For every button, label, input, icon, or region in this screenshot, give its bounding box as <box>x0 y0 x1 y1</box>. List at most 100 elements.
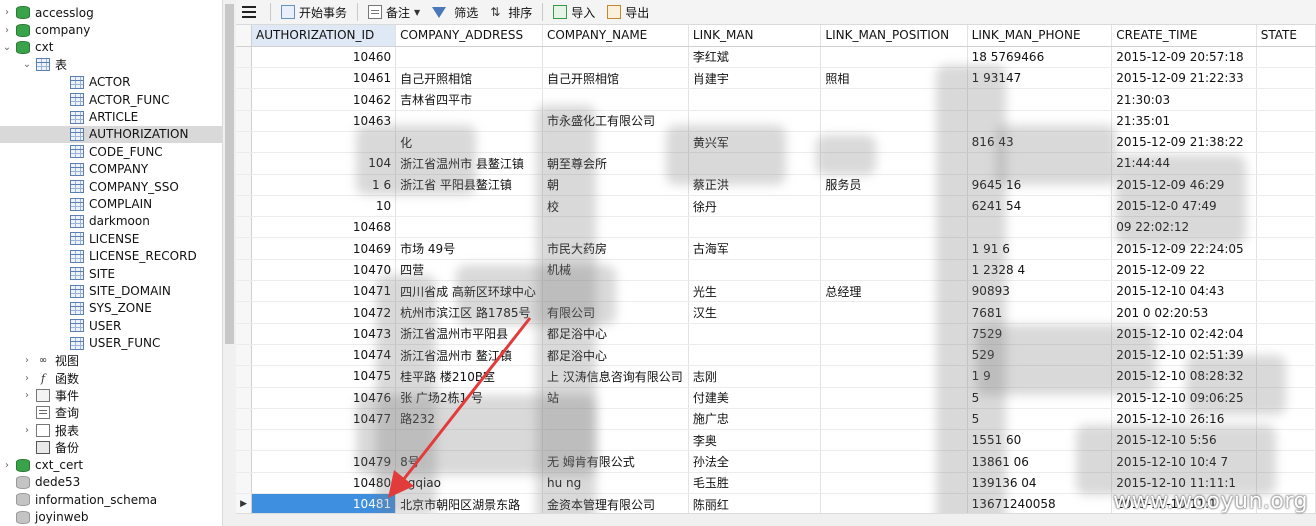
tree-item[interactable]: SYS_ZONE <box>0 300 222 317</box>
table-cell[interactable]: 10480 <box>251 472 397 495</box>
table-cell[interactable]: 201 0 02:20:53 <box>1111 301 1257 324</box>
tree-item[interactable]: ACTOR <box>0 74 222 91</box>
tree-item[interactable]: › ∞ 视图 <box>0 352 222 369</box>
tree-item[interactable]: joyinweb <box>0 509 222 526</box>
tree-item[interactable]: AUTHORIZATION <box>0 125 222 144</box>
column-header[interactable]: STATE <box>1256 25 1316 47</box>
table-cell[interactable]: 李红斌 <box>688 46 822 69</box>
tree-item[interactable]: CODE_FUNC <box>0 143 222 160</box>
table-cell[interactable]: 汉生 <box>688 301 822 324</box>
row-header[interactable] <box>236 174 253 196</box>
row-header[interactable] <box>236 216 253 239</box>
expand-toggle-icon[interactable]: ⌄ <box>22 59 32 70</box>
table-cell[interactable] <box>542 46 689 69</box>
table-cell[interactable] <box>1256 280 1316 303</box>
table-cell[interactable] <box>688 323 822 345</box>
table-cell[interactable] <box>1256 237 1316 260</box>
table-cell[interactable]: 10461 <box>251 67 397 90</box>
horizontal-scrollbar[interactable] <box>236 513 1316 526</box>
table-cell[interactable]: 吉林省四平市 <box>395 88 543 111</box>
row-header[interactable] <box>236 387 253 409</box>
table-cell[interactable]: 10475 <box>251 365 397 388</box>
table-cell[interactable]: 自己开照相馆 <box>542 67 689 90</box>
tree-item[interactable]: information_schema <box>0 491 222 508</box>
expand-toggle-icon[interactable]: › <box>2 7 12 18</box>
table-cell[interactable]: 10470 <box>251 259 397 282</box>
row-header[interactable] <box>236 131 253 154</box>
row-header[interactable] <box>236 88 253 111</box>
column-header[interactable]: CREATE_TIME <box>1111 25 1257 47</box>
table-cell[interactable]: 10471 <box>251 280 397 303</box>
column-header[interactable]: LINK_MAN_POSITION <box>820 25 968 47</box>
table-cell[interactable]: 10472 <box>251 301 397 324</box>
table-cell[interactable]: 21:35:01 <box>1111 110 1257 132</box>
table-cell[interactable] <box>1256 195 1316 218</box>
table-cell[interactable] <box>688 216 822 239</box>
table-row[interactable]: 10461 自己开照相馆 自己开照相馆 肖建宇 照相 1 93147 2015-12-09 … <box>236 67 1316 90</box>
expand-toggle-icon[interactable]: ⌄ <box>2 42 12 53</box>
tree-item[interactable]: › 报表 <box>0 422 222 439</box>
table-cell[interactable] <box>1256 67 1316 90</box>
column-header[interactable]: COMPANY_NAME <box>542 25 689 47</box>
table-cell[interactable]: 2015-12-09 21:38:22 <box>1111 131 1257 154</box>
tree-item[interactable]: USER <box>0 317 222 334</box>
table-cell[interactable] <box>1256 88 1316 111</box>
row-header[interactable] <box>236 67 253 90</box>
table-cell[interactable]: 陈丽红 <box>688 493 822 513</box>
row-header[interactable] <box>236 280 253 303</box>
tree-item[interactable]: ⌄ cxt <box>0 39 222 56</box>
tree-item[interactable]: COMPANY_SSO <box>0 178 222 195</box>
table-cell[interactable] <box>1256 323 1316 345</box>
table-cell[interactable]: 10469 <box>251 237 397 260</box>
tree-item[interactable]: 备份 <box>0 439 222 456</box>
table-row[interactable]: 10460 李红斌 18 5769466 2015-12-09 20:57:18 <box>236 46 1316 69</box>
table-cell[interactable]: 10462 <box>251 88 397 111</box>
row-header[interactable] <box>236 237 253 260</box>
table-cell[interactable]: 10474 <box>251 344 397 367</box>
tree-item[interactable]: › cxt_cert <box>0 456 222 473</box>
sort-button[interactable]: ⇅ 排序 <box>484 0 538 25</box>
table-cell[interactable] <box>1256 216 1316 239</box>
table-cell[interactable]: 自己开照相馆 <box>395 67 543 90</box>
table-cell[interactable]: 2015-12-10 04:43 <box>1111 280 1257 303</box>
tree-item[interactable]: USER_FUNC <box>0 335 222 352</box>
navigation-tree[interactable]: › accesslog › company ⌄ cxt ⌄ 表 ACTOR ACTOR_FUNC A… <box>0 0 222 526</box>
table-cell[interactable]: 10473 <box>251 323 397 345</box>
tree-item[interactable]: ARTICLE <box>0 108 222 125</box>
tree-item[interactable]: SITE_DOMAIN <box>0 282 222 299</box>
table-cell[interactable] <box>1256 46 1316 69</box>
table-cell[interactable]: 2015-12-09 20:57:18 <box>1111 46 1257 69</box>
filter-button[interactable]: 筛选 <box>426 0 484 25</box>
tree-item[interactable]: LICENSE <box>0 230 222 247</box>
table-cell[interactable]: 2015-12-09 21:22:33 <box>1111 67 1257 90</box>
row-header[interactable] <box>236 152 253 175</box>
row-header[interactable] <box>236 450 253 473</box>
tree-item[interactable]: SITE <box>0 265 222 282</box>
sidebar-scrollbar-thumb[interactable] <box>225 4 234 344</box>
note-button[interactable]: 备注 ▼ <box>362 0 426 25</box>
table-cell[interactable]: 徐丹 <box>688 195 822 218</box>
table-cell[interactable]: 市场 49号 <box>395 237 543 260</box>
expand-toggle-icon[interactable]: › <box>22 355 32 366</box>
row-header[interactable] <box>236 259 253 282</box>
table-cell[interactable]: 光生 <box>688 280 822 303</box>
row-header[interactable] <box>236 110 253 132</box>
tree-item[interactable]: ⌄ 表 <box>0 56 222 73</box>
row-header[interactable] <box>236 429 253 452</box>
expand-toggle-icon[interactable]: › <box>22 390 32 401</box>
expand-toggle-icon[interactable]: › <box>2 460 12 471</box>
table-cell[interactable]: 2015-12-09 22 <box>1111 259 1257 282</box>
row-header[interactable] <box>236 195 253 218</box>
row-header[interactable] <box>236 301 253 324</box>
table-cell[interactable]: 毛玉胜 <box>688 472 822 495</box>
tree-item[interactable]: › 事件 <box>0 387 222 404</box>
menu-button[interactable] <box>236 0 266 25</box>
row-header[interactable]: ▶ <box>236 493 253 513</box>
sidebar-scrollbar[interactable] <box>222 0 236 526</box>
table-cell[interactable]: 施广忠 <box>688 408 822 431</box>
table-cell[interactable]: 10468 <box>251 216 397 239</box>
expand-toggle-icon[interactable]: › <box>22 425 32 436</box>
expand-toggle-icon[interactable]: › <box>22 373 32 384</box>
table-cell[interactable] <box>1256 301 1316 324</box>
table-cell[interactable] <box>1256 174 1316 196</box>
